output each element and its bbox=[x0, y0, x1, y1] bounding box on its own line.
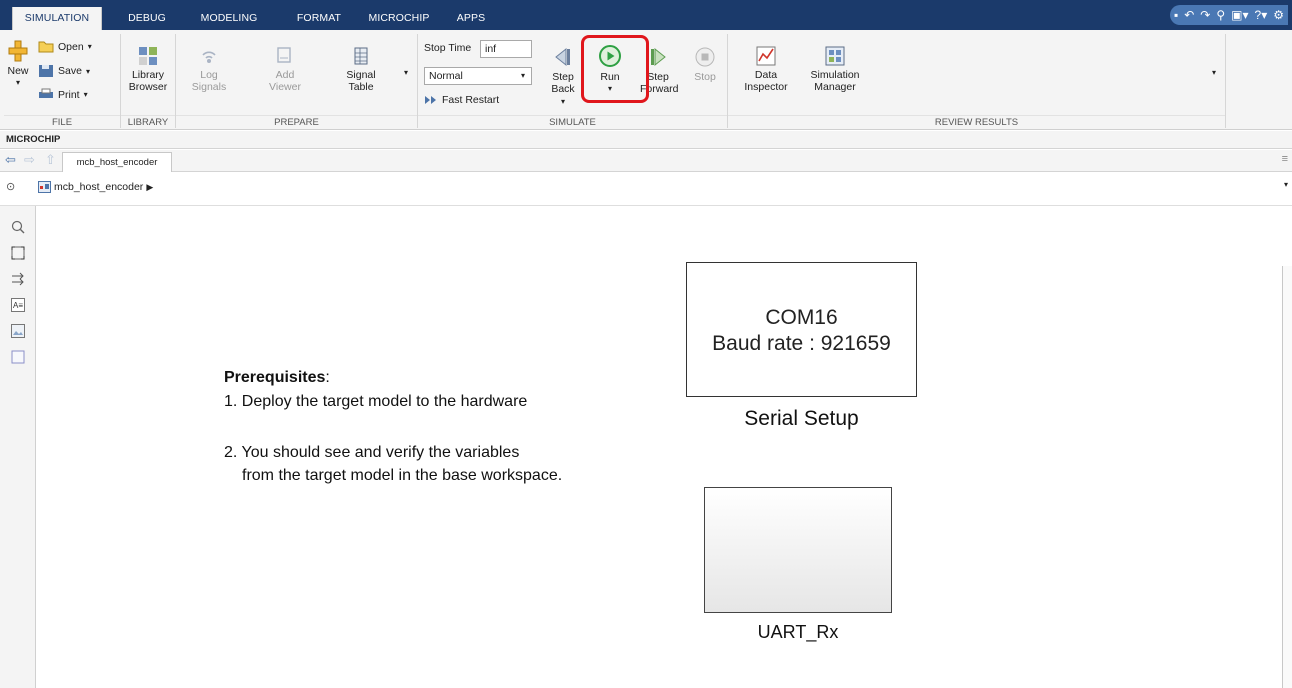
stop-time-input[interactable]: inf bbox=[480, 40, 532, 58]
prepare-gallery-expand-icon[interactable]: ▾ bbox=[404, 68, 408, 77]
review-results-group: Data Inspector Simulation Manager ▾ REVI… bbox=[728, 34, 1226, 128]
quick-access-toolbar: ▪ ↶ ↷ ⚲ ▣▾ ?▾ ⚙ bbox=[1169, 5, 1288, 25]
settings-icon[interactable]: ⚙ bbox=[1273, 5, 1284, 25]
annotation-icon[interactable]: A≡ bbox=[11, 298, 25, 312]
help-icon[interactable]: ?▾ bbox=[1255, 5, 1268, 25]
prepare-group-label: PREPARE bbox=[176, 115, 417, 128]
tab-format[interactable]: FORMAT bbox=[291, 7, 347, 30]
arrow-connect-icon[interactable] bbox=[11, 272, 25, 286]
tab-debug[interactable]: DEBUG bbox=[122, 7, 172, 30]
breadcrumb[interactable]: mcb_host_encoder ▶ bbox=[38, 181, 153, 193]
stop-icon bbox=[695, 47, 715, 67]
run-button-highlight bbox=[581, 35, 649, 103]
breadcrumb-bar: ⊙ mcb_host_encoder ▶ ▾ bbox=[0, 172, 1292, 206]
back-arrow-icon[interactable]: ⇦ bbox=[5, 152, 16, 168]
add-viewer-icon bbox=[277, 47, 291, 63]
model-tab[interactable]: mcb_host_encoder bbox=[62, 152, 172, 172]
step-back-button[interactable]: Step Back ▾ bbox=[548, 46, 578, 108]
signal-table-icon bbox=[354, 47, 368, 65]
image-icon[interactable] bbox=[11, 324, 25, 338]
toolstrip-tabbar: SIMULATION DEBUG MODELING FORMAT MICROCH… bbox=[0, 0, 1292, 30]
forward-arrow-icon[interactable]: ⇨ bbox=[24, 152, 35, 168]
data-inspector-button[interactable]: Data Inspector bbox=[740, 46, 792, 93]
library-group: Library Browser LIBRARY bbox=[121, 34, 176, 128]
save-disk-icon bbox=[39, 65, 53, 77]
step-back-icon bbox=[555, 47, 570, 67]
signal-table-button[interactable]: Signal Table bbox=[340, 46, 382, 93]
simulation-manager-icon bbox=[825, 46, 845, 66]
log-signals-icon bbox=[202, 51, 216, 63]
breadcrumb-arrow-icon: ▶ bbox=[146, 181, 154, 192]
fast-restart-button[interactable]: Fast Restart bbox=[424, 94, 499, 106]
file-group: New ▾ Open ▾ Save ▾ Print ▾ FILE bbox=[4, 34, 121, 128]
model-icon bbox=[38, 181, 51, 193]
print-button[interactable]: Print ▾ bbox=[38, 88, 88, 101]
hide-tabs-icon[interactable]: ≡ bbox=[1282, 153, 1288, 165]
prerequisite-step-2-line-1: 2. You should see and verify the variabl… bbox=[224, 444, 520, 461]
tab-microchip[interactable]: MICROCHIP bbox=[360, 7, 438, 30]
simulate-group: Stop Time inf Normal ▾ Fast Restart Step… bbox=[418, 34, 728, 128]
prepare-group: Log Signals Add Viewer Signal Table ▾ PR… bbox=[176, 34, 418, 128]
add-viewer-button[interactable]: Add Viewer bbox=[264, 46, 306, 93]
area-icon[interactable] bbox=[11, 350, 25, 364]
stop-time-label: Stop Time bbox=[424, 42, 472, 54]
tab-modeling[interactable]: MODELING bbox=[196, 7, 262, 30]
fast-restart-icon bbox=[425, 96, 436, 104]
breadcrumb-dropdown-icon[interactable]: ▾ bbox=[1284, 180, 1288, 189]
model-canvas[interactable]: Prerequisites: 1. Deploy the target mode… bbox=[36, 206, 1282, 688]
library-browser-button[interactable]: Library Browser bbox=[123, 46, 173, 93]
palette-toolbar: A≡ bbox=[0, 206, 36, 688]
search-icon[interactable]: ⚲ bbox=[1216, 5, 1225, 25]
open-button[interactable]: Open ▾ bbox=[38, 40, 92, 53]
tab-apps[interactable]: APPS bbox=[451, 7, 491, 30]
library-browser-icon bbox=[139, 47, 157, 65]
step-forward-icon bbox=[651, 47, 666, 67]
simulation-manager-button[interactable]: Simulation Manager bbox=[804, 46, 866, 93]
ribbon: New ▾ Open ▾ Save ▾ Print ▾ FILE Library Br… bbox=[0, 30, 1292, 130]
svg-text:A≡: A≡ bbox=[13, 301, 23, 310]
save-icon[interactable]: ▪ bbox=[1174, 5, 1178, 25]
open-folder-icon bbox=[38, 41, 54, 53]
section-title: MICROCHIP bbox=[0, 131, 1292, 149]
review-results-group-label: REVIEW RESULTS bbox=[728, 115, 1225, 128]
baud-rate-text: Baud rate : 921659 bbox=[712, 332, 891, 355]
uart-rx-block[interactable] bbox=[704, 487, 892, 613]
log-signals-button[interactable]: Log Signals bbox=[188, 46, 230, 93]
simulate-group-label: SIMULATE bbox=[418, 115, 727, 128]
model-browser-toggle-icon[interactable]: ⊙ bbox=[6, 180, 15, 193]
simulation-mode-select[interactable]: Normal ▾ bbox=[424, 67, 532, 85]
redo-icon[interactable]: ↷ bbox=[1200, 5, 1210, 25]
fit-to-view-icon[interactable] bbox=[11, 246, 25, 260]
chevron-down-icon: ▾ bbox=[520, 71, 525, 80]
serial-setup-label: Serial Setup bbox=[744, 407, 859, 430]
vertical-scrollbar[interactable] bbox=[1282, 266, 1292, 688]
serial-port-text: COM16 bbox=[765, 306, 838, 329]
window-layout-icon[interactable]: ▣▾ bbox=[1231, 5, 1248, 25]
tab-simulation[interactable]: SIMULATION bbox=[12, 7, 102, 30]
up-arrow-icon[interactable]: ⇧ bbox=[45, 152, 56, 168]
model-nav-bar: ⇦ ⇨ ⇧ mcb_host_encoder ≡ bbox=[0, 150, 1292, 172]
print-icon bbox=[39, 88, 53, 98]
undo-icon[interactable]: ↶ bbox=[1184, 5, 1194, 25]
file-group-label: FILE bbox=[4, 115, 120, 128]
prerequisites-heading: Prerequisites: bbox=[224, 369, 330, 386]
review-gallery-expand-icon[interactable]: ▾ bbox=[1212, 68, 1216, 77]
prerequisite-step-1: 1. Deploy the target model to the hardwa… bbox=[224, 393, 528, 410]
prerequisite-step-2-line-2: from the target model in the base worksp… bbox=[242, 467, 563, 484]
library-group-label: LIBRARY bbox=[121, 115, 175, 128]
uart-rx-label: UART_Rx bbox=[757, 622, 839, 642]
serial-setup-block[interactable]: COM16 Baud rate : 921659 bbox=[686, 262, 917, 397]
save-button[interactable]: Save ▾ bbox=[38, 64, 90, 78]
new-icon bbox=[8, 40, 28, 62]
data-inspector-icon bbox=[756, 46, 776, 66]
stop-button[interactable]: Stop bbox=[690, 46, 720, 83]
new-button[interactable]: New ▾ bbox=[6, 40, 30, 89]
zoom-icon[interactable] bbox=[11, 220, 25, 234]
